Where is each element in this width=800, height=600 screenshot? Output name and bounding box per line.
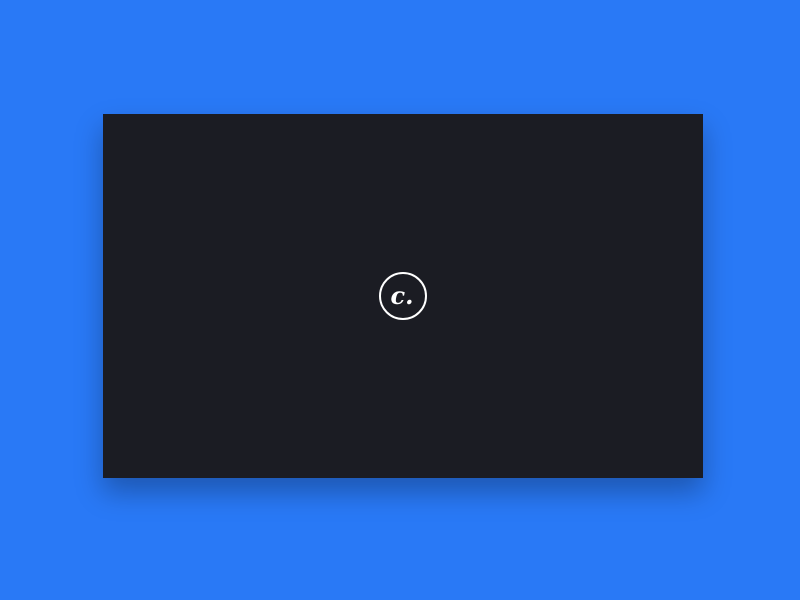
logo-svg: c. <box>379 272 427 320</box>
loading-screen-window: c. <box>103 114 703 478</box>
background: c. <box>0 0 800 600</box>
logo-letter: c. <box>391 281 414 310</box>
app-logo-icon: c. <box>378 271 428 321</box>
